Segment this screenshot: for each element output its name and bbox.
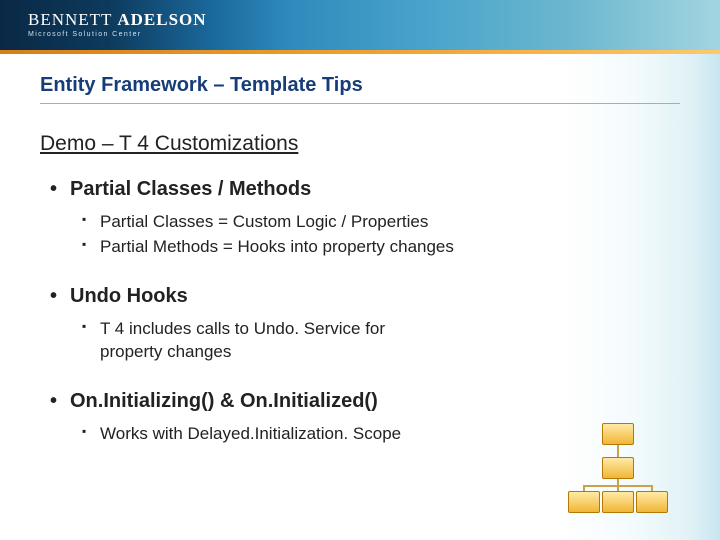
slide-content: Entity Framework – Template Tips Demo – … <box>0 54 720 540</box>
diagram-node <box>602 491 634 513</box>
diagram-node <box>568 491 600 513</box>
diagram-node <box>636 491 668 513</box>
sub-bullet-item: Partial Methods = Hooks into property ch… <box>100 236 680 259</box>
bullet-label: On.Initializing() & On.Initialized() <box>70 390 378 412</box>
header-bar: BENNETT ADELSON Microsoft Solution Cente… <box>0 0 720 50</box>
diagram-connector <box>583 485 653 487</box>
logo: BENNETT ADELSON Microsoft Solution Cente… <box>28 10 207 38</box>
bullet-label: Partial Classes / Methods <box>70 178 311 200</box>
hierarchy-diagram-icon <box>558 423 678 518</box>
sub-bullet-item: Partial Classes = Custom Logic / Propert… <box>100 211 680 234</box>
diagram-connector <box>617 445 619 457</box>
diagram-node <box>602 457 634 479</box>
logo-brand: BENNETT ADELSON <box>28 10 207 30</box>
section-heading: Demo – T 4 Customizations <box>40 132 680 156</box>
diagram-node <box>602 423 634 445</box>
logo-brand-second: ADELSON <box>117 10 206 29</box>
sub-bullet-list: T 4 includes calls to Undo. Service for … <box>70 318 680 364</box>
logo-tagline: Microsoft Solution Center <box>28 31 207 38</box>
bullet-item: Undo Hooks T 4 includes calls to Undo. S… <box>70 285 680 364</box>
bullet-label: Undo Hooks <box>70 285 188 307</box>
slide-title: Entity Framework – Template Tips <box>40 74 680 104</box>
sub-bullet-item: T 4 includes calls to Undo. Service for … <box>100 318 420 364</box>
bullet-list: Partial Classes / Methods Partial Classe… <box>40 178 680 446</box>
sub-bullet-list: Partial Classes = Custom Logic / Propert… <box>70 211 680 259</box>
bullet-item: Partial Classes / Methods Partial Classe… <box>70 178 680 259</box>
logo-brand-first: BENNETT <box>28 10 112 29</box>
